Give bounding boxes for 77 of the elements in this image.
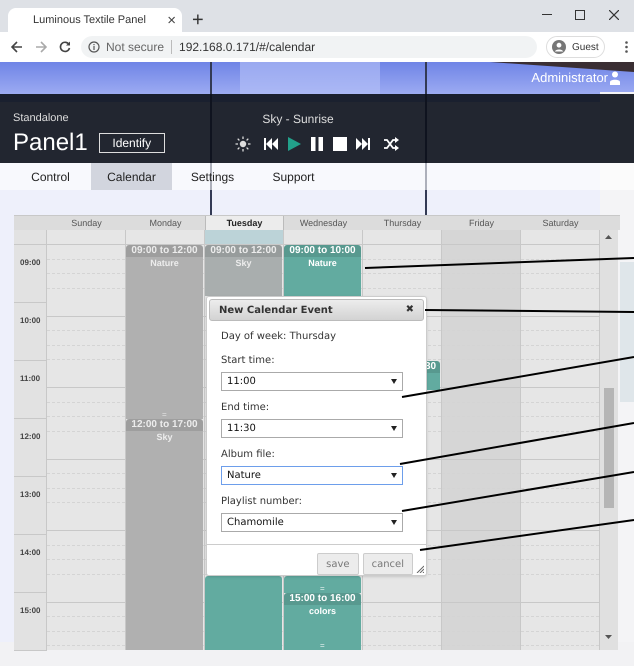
address-bar[interactable]: Not secure 192.168.0.171/#/calendar [81,36,537,58]
scroll-up-icon[interactable] [605,235,612,239]
back-icon[interactable] [11,41,23,53]
day-header: Thursday [382,217,422,230]
menu-icon[interactable] [624,41,628,53]
scrollbar[interactable] [600,230,618,650]
time-label: 11:00 [20,374,40,383]
tab-close-button[interactable]: × [167,12,176,28]
dialog-button[interactable]: save [317,553,359,575]
scroll-down-icon[interactable] [605,635,612,639]
now-playing: Sky - Sunrise [261,111,335,128]
day-header: Friday [468,217,495,230]
day-header: Sunday [70,217,103,230]
event-time: 12:00 to 17:00 [126,419,203,431]
identify-button[interactable]: Identify [98,132,165,152]
close-icon[interactable] [609,10,619,20]
profile-button[interactable]: Guest [546,36,605,58]
nav-tab[interactable]: Settings [172,163,253,190]
day-header: Monday [148,217,183,230]
mode-label: Standalone [13,111,70,126]
user-icon[interactable] [610,71,620,85]
day-of-week: Day of week: Thursday [221,330,338,344]
stop-icon[interactable] [332,136,348,152]
url-text: 192.168.0.171/#/calendar [179,39,316,56]
day-header: Tuesday [205,216,284,230]
security-label: Not secure [106,39,164,56]
field-label: Album file: [221,448,276,462]
nav-tab[interactable]: Support [253,163,334,190]
resize-grip-icon[interactable] [416,565,424,573]
select-field[interactable]: 11:00 [221,372,403,391]
skip-forward-icon[interactable] [355,136,371,152]
time-label: 13:00 [20,490,40,499]
play-icon[interactable] [286,136,302,152]
field-label: Start time: [221,354,276,368]
caret-icon [391,426,397,431]
event-album: Sky [234,257,252,269]
reload-icon[interactable] [59,41,71,53]
avatar-icon [552,40,566,54]
event-time: 09:00 to 12:00 [126,245,203,257]
sun-icon[interactable] [235,136,251,152]
minimize-icon[interactable] [542,14,552,16]
caret-icon [391,379,397,384]
event-album: Sky [155,431,174,443]
event-album: Nature [307,257,338,269]
select-field[interactable]: Chamomile [221,513,403,532]
caret-icon [391,473,397,478]
event-time: 09:00 to 12:00 [205,245,282,257]
day-header: Saturday [541,217,580,230]
time-label: 12:00 [20,432,40,441]
dialog-title: New Calendar Event [219,304,334,318]
nav-tab[interactable]: Calendar [91,163,172,190]
select-field[interactable]: Nature [221,466,403,485]
day-header: Wednesday [298,217,348,230]
caret-icon [391,520,397,525]
time-label: 09:00 [20,258,40,267]
field-label: Playlist number: [221,495,303,509]
time-label: 10:00 [20,316,40,325]
shuffle-icon[interactable] [383,136,399,152]
skip-back-icon[interactable] [263,136,279,152]
event-time: 15:00 to 16:00 [284,593,361,605]
field-label: End time: [221,401,270,415]
event-time: 09:00 to 10:00 [284,245,361,257]
dialog-button[interactable]: cancel [362,553,413,575]
event-album: Nature [149,257,180,269]
select-field[interactable]: 11:30 [221,419,403,438]
close-button[interactable]: ✖ [406,305,414,315]
maximize-icon[interactable] [575,10,585,20]
pause-icon[interactable] [309,136,325,152]
event-album: colors [308,605,337,617]
nav-tab[interactable]: Control [10,163,91,190]
panel-name: Panel1 [13,128,88,156]
new-tab-button[interactable]: + [192,10,204,30]
time-label: 14:00 [20,548,40,557]
scrollbar-thumb[interactable] [604,388,614,508]
time-label: 15:00 [20,606,40,615]
browser-tab[interactable]: Luminous Textile Panel × [8,8,182,32]
info-icon [88,41,100,53]
